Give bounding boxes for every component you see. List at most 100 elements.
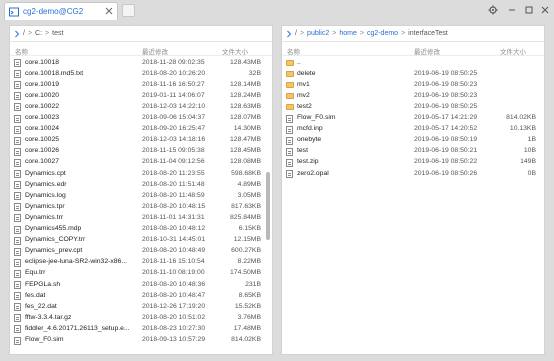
file-size: 12.15MB [233, 236, 261, 244]
file-size: 814.02KB [231, 336, 261, 343]
column-name[interactable]: 名称 [15, 46, 28, 56]
breadcrumb-interfacetest[interactable]: interfaceTest [408, 30, 448, 37]
file-icon [14, 281, 21, 289]
file-name: FEPGLa.sh [25, 280, 61, 288]
file-name: Dynamics.trr [25, 213, 64, 221]
file-row[interactable]: fiddler_4.6.20171.26113_setup.e... 2018-0… [10, 323, 264, 334]
column-name[interactable]: 名称 [287, 46, 300, 56]
breadcrumb-root[interactable]: / [23, 30, 25, 37]
maximize-icon[interactable] [522, 3, 536, 17]
chevron-right-icon[interactable] [286, 30, 292, 38]
breadcrumb-separator: > [27, 30, 33, 37]
folder-row[interactable]: test2 2019-06-19 08:50:25 [282, 101, 536, 112]
breadcrumb-home[interactable]: home [339, 30, 357, 37]
file-row[interactable]: fes.dat 2018-08-20 10:48:47 8.65KB [10, 290, 264, 301]
file-date: 2019-06-19 08:50:25 [414, 69, 478, 77]
file-row[interactable]: fes_22.dat 2018-12-26 17:19:20 15.52KB [10, 301, 264, 312]
file-row[interactable]: core.10018.md5.txt 2018-08-20 10:26:20 32B [10, 68, 264, 79]
file-row[interactable]: Dynamics_COPY.trr 2018-10-31 14:45:01 12.1… [10, 235, 264, 246]
file-row[interactable]: Dynamics.trr 2018-11-01 14:31:31 825.84MB [10, 212, 264, 223]
file-size: 128.14MB [230, 80, 261, 88]
file-size: 3.05MB [237, 191, 261, 199]
file-size: 3.76MB [237, 313, 261, 321]
breadcrumb-cg2-demo[interactable]: cg2-demo [367, 30, 398, 37]
file-row[interactable]: onebyte 2019-06-19 08:50:19 1B [282, 135, 536, 146]
file-icon [14, 125, 21, 134]
file-size: 17.48MB [233, 324, 261, 332]
file-date: 2018-12-03 14:18:16 [142, 136, 206, 144]
file-name: test [297, 147, 308, 155]
scrollbar[interactable] [266, 57, 270, 350]
file-name: mv2 [297, 91, 310, 99]
column-date[interactable]: 最近修改 [414, 46, 440, 56]
column-header: 名称 最近修改 文件大小 [282, 43, 544, 56]
file-name: fes.dat [25, 291, 46, 299]
column-size[interactable]: 文件大小 [500, 46, 526, 56]
file-row[interactable]: Flow_F0.sim 2019-05-17 14:21:29 814.02KB [282, 113, 536, 124]
file-row[interactable]: fftw-3.3.4.tar.gz 2018-08-20 10:51:02 3.76… [10, 312, 264, 323]
file-row[interactable]: core.10020 2019-01-11 14:06:07 128.24MB [10, 90, 264, 101]
file-size: 128.63MB [230, 102, 261, 110]
window-close-icon[interactable] [538, 3, 552, 17]
close-icon[interactable] [104, 6, 113, 15]
file-row[interactable]: core.10025 2018-12-03 14:18:16 128.47MB [10, 135, 264, 146]
file-row[interactable]: eclipse-jee-luna-SR2-win32-x86... 2018-11… [10, 257, 264, 268]
scrollbar-thumb[interactable] [266, 172, 270, 240]
breadcrumb-drive[interactable]: C: [35, 30, 42, 37]
file-row[interactable]: core.10022 2018-12-03 14:22:10 128.63MB [10, 101, 264, 112]
file-date: 2018-11-28 09:02:35 [142, 58, 205, 66]
file-name: core.10019 [25, 80, 60, 88]
file-row[interactable]: core.10023 2018-09-06 15:04:37 128.07MB [10, 113, 264, 124]
chevron-right-icon[interactable] [14, 30, 20, 38]
folder-row[interactable]: mv2 2019-06-19 08:50:23 [282, 90, 536, 101]
file-icon [14, 269, 21, 278]
file-row[interactable]: core.10026 2018-11-15 09:05:38 128.45MB [10, 146, 264, 157]
file-row[interactable]: mcfd.inp 2019-05-17 14:20:52 10.13KB [282, 124, 536, 135]
file-row[interactable]: Dynamics455.mdp 2018-08-20 10:48:12 6.15KB [10, 224, 264, 235]
file-row[interactable]: test 2019-06-19 08:50:21 10B [282, 146, 536, 157]
breadcrumb-public2[interactable]: public2 [307, 30, 329, 37]
breadcrumb-separator: > [332, 30, 337, 37]
new-tab-button[interactable] [122, 4, 135, 17]
folder-row[interactable]: mv1 2019-06-19 08:50:23 [282, 79, 536, 90]
file-row[interactable]: core.10018 2018-11-28 09:02:35 128.43MB [10, 57, 264, 68]
breadcrumb-folder[interactable]: test [52, 30, 63, 37]
file-size: 32B [248, 69, 261, 77]
file-icon [14, 158, 21, 167]
breadcrumb-root[interactable]: / [295, 30, 297, 37]
column-date[interactable]: 最近修改 [142, 46, 168, 56]
file-row[interactable]: Dynamics.tpr 2018-08-20 10:48:15 817.63KB [10, 201, 264, 212]
file-row[interactable]: core.10024 2018-09-20 16:25:47 14.30MB [10, 124, 264, 135]
file-row[interactable]: core.10027 2018-11-04 09:12:56 128.08MB [10, 157, 264, 168]
file-size: 128.47MB [230, 136, 261, 144]
file-icon [14, 136, 21, 145]
file-size: 10.13KB [509, 125, 536, 133]
file-name: Flow_F0.sim [297, 114, 336, 121]
file-name: onebyte [297, 136, 322, 144]
file-row[interactable]: Flow_F0.sim 2018-09-13 10:57:29 814.02KB [10, 335, 264, 346]
file-row[interactable]: Dynamics_prev.cpt 2018-08-20 10:48:49 600.… [10, 246, 264, 257]
file-size: 0B [527, 169, 536, 177]
file-date: 2018-08-20 10:26:20 [142, 69, 206, 77]
file-date: 2018-08-20 11:23:55 [142, 169, 205, 177]
gear-icon[interactable] [486, 3, 500, 17]
file-row[interactable]: core.10019 2018-11-16 16:50:27 128.14MB [10, 79, 264, 90]
folder-row[interactable]: .. [282, 57, 536, 68]
file-row[interactable]: Dynamics.log 2018-08-20 11:48:59 3.05MB [10, 190, 264, 201]
file-name: core.10024 [25, 125, 60, 133]
minimize-icon[interactable] [505, 3, 519, 17]
file-row[interactable]: Dynamics.edr 2018-08-20 11:51:48 4.89MB [10, 179, 264, 190]
file-name: eclipse-jee-luna-SR2-win32-x86... [25, 258, 127, 266]
column-size[interactable]: 文件大小 [222, 46, 248, 56]
folder-row[interactable]: delete 2019-06-19 08:50:25 [282, 68, 536, 79]
file-date: 2018-08-20 10:48:12 [142, 225, 206, 232]
file-date: 2018-11-04 09:12:56 [142, 158, 205, 166]
file-date: 2018-08-20 10:48:49 [142, 247, 206, 255]
file-row[interactable]: zero2.opal 2019-06-19 08:50:26 0B [282, 168, 536, 179]
file-row[interactable]: Equ.trr 2018-11-10 08:19:00 174.50MB [10, 268, 264, 279]
file-icon [14, 59, 21, 67]
file-row[interactable]: Dynamics.cpt 2018-08-20 11:23:55 598.68KB [10, 168, 264, 179]
file-row[interactable]: FEPGLa.sh 2018-08-20 10:48:36 231B [10, 279, 264, 290]
file-row[interactable]: test.zip 2019-06-19 08:50:22 149B [282, 157, 536, 168]
session-tab[interactable]: cg2-demo@CG2 [4, 2, 118, 20]
